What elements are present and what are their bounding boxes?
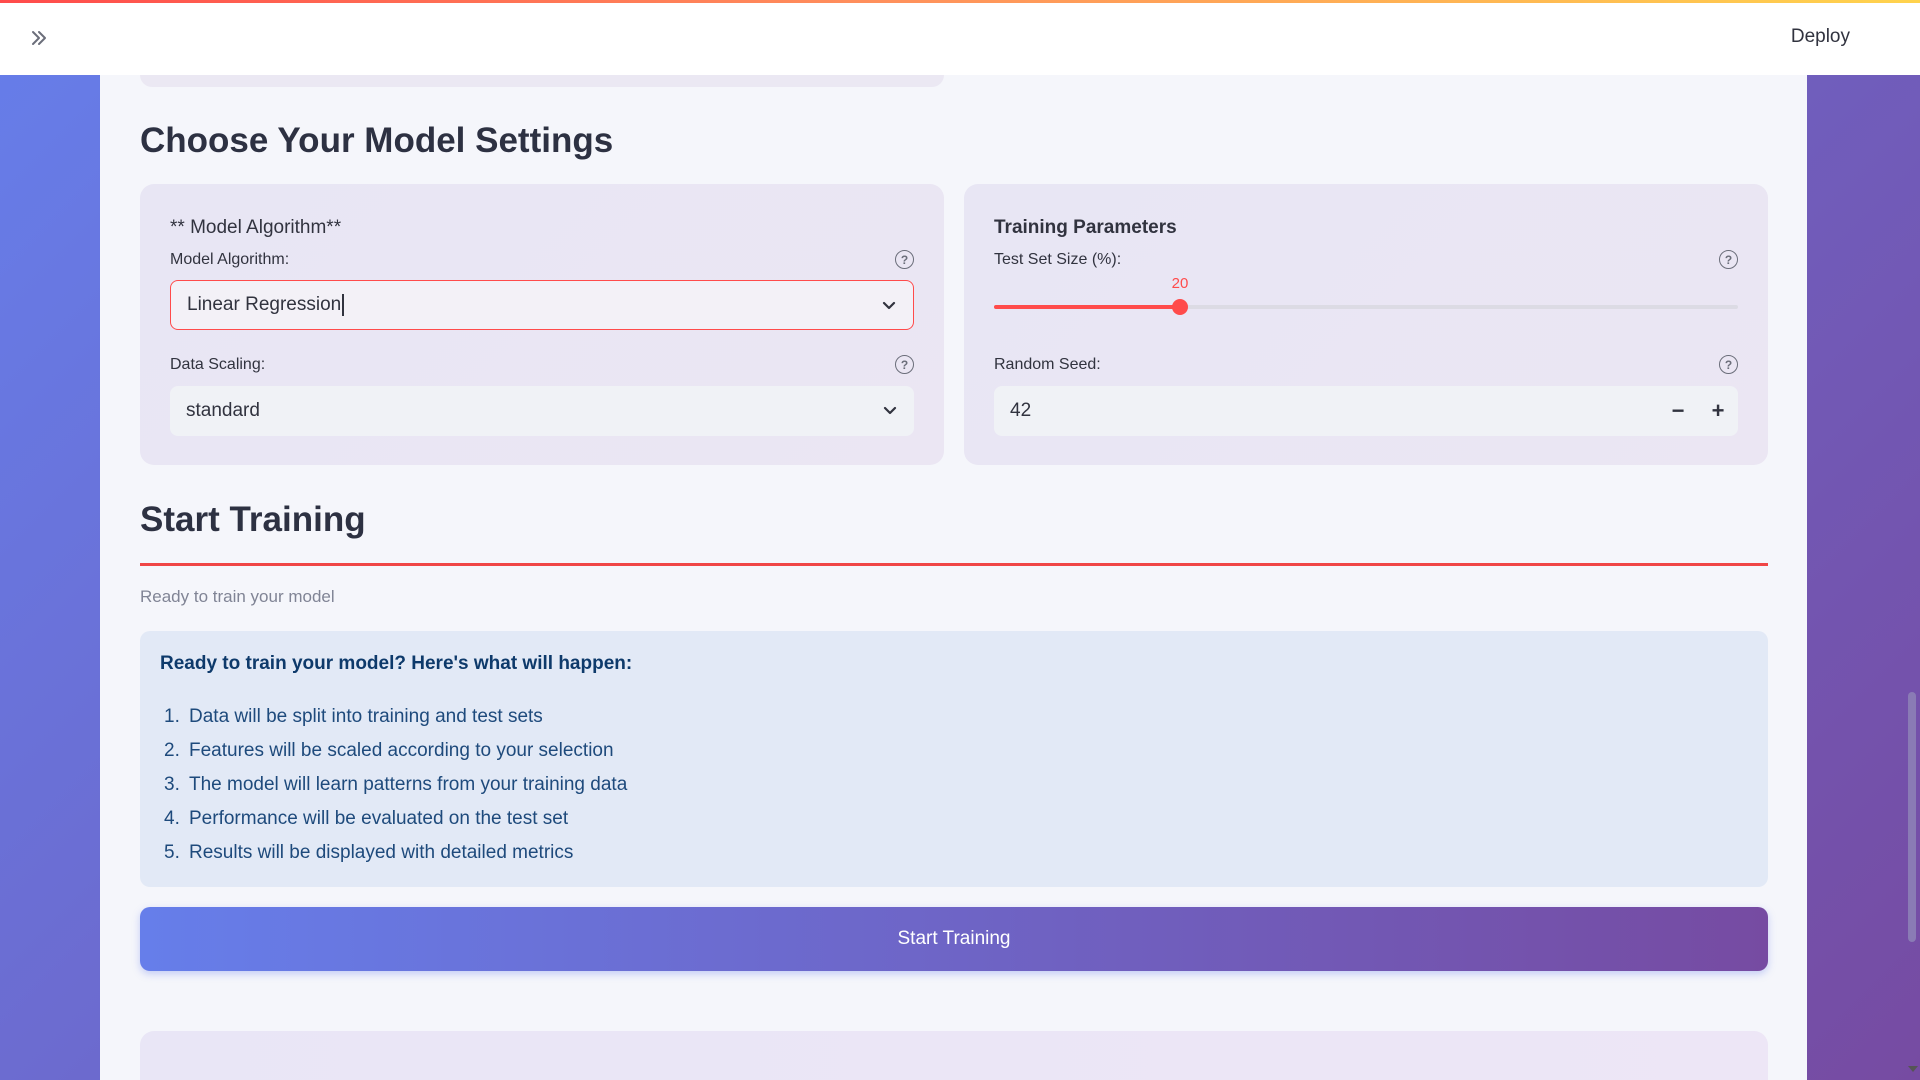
algorithm-label: Model Algorithm: xyxy=(170,251,290,268)
deploy-button[interactable]: Deploy xyxy=(1791,26,1850,48)
previous-section-card xyxy=(140,75,944,87)
increment-button[interactable]: + xyxy=(1698,386,1738,436)
algorithm-select[interactable]: Linear Regression xyxy=(170,280,914,330)
list-item: 1. Data will be split into training and t… xyxy=(164,706,543,727)
model-algorithm-card: ** Model Algorithm** Model Algorithm: ? … xyxy=(140,184,944,465)
next-section-card xyxy=(140,1031,1768,1080)
steps-list: 1. Data will be split into training and t… xyxy=(164,700,627,870)
main-content: Choose Your Model Settings ** Model Algo… xyxy=(100,75,1807,1080)
list-item: 5. Results will be displayed with detaile… xyxy=(164,842,574,863)
list-item: 2. Features will be scaled according to y… xyxy=(164,740,614,761)
algorithm-select-value: Linear Regression xyxy=(187,294,342,315)
page-scrollbar[interactable] xyxy=(1908,692,1916,942)
model-settings-heading: Choose Your Model Settings xyxy=(140,121,614,160)
scaling-help-icon[interactable]: ? xyxy=(895,355,914,374)
test-size-slider[interactable] xyxy=(994,299,1738,315)
app-header: Deploy xyxy=(0,0,1920,75)
decrement-button[interactable]: − xyxy=(1658,386,1698,436)
algorithm-help-icon[interactable]: ? xyxy=(895,250,914,269)
training-params-title: Training Parameters xyxy=(994,217,1177,238)
scroll-down-arrow-icon[interactable] xyxy=(1908,1066,1918,1072)
training-caption: Ready to train your model xyxy=(140,587,335,606)
seed-help-icon[interactable]: ? xyxy=(1719,355,1738,374)
scaling-select-value: standard xyxy=(186,400,260,421)
start-training-button[interactable]: Start Training xyxy=(140,907,1768,971)
list-item: 4. Performance will be evaluated on the t… xyxy=(164,808,569,829)
list-item: 3. The model will learn patterns from you… xyxy=(164,774,628,795)
chevron-down-icon xyxy=(883,406,897,415)
scaling-select[interactable]: standard xyxy=(170,386,914,436)
double-chevron-right-icon xyxy=(32,31,46,45)
chevron-down-icon xyxy=(882,301,896,310)
training-info-box: Ready to train your model? Here's what w… xyxy=(140,631,1768,887)
random-seed-value: 42 xyxy=(1010,400,1032,421)
random-seed-input[interactable]: 42 − + xyxy=(994,386,1738,436)
training-parameters-card: Training Parameters Test Set Size (%): ?… xyxy=(964,184,1768,465)
random-seed-label: Random Seed: xyxy=(994,356,1101,373)
slider-fill xyxy=(994,305,1180,309)
text-cursor xyxy=(342,294,344,316)
test-size-value: 20 xyxy=(1171,275,1189,292)
start-training-heading: Start Training xyxy=(140,500,366,539)
scaling-label: Data Scaling: xyxy=(170,356,266,373)
test-size-help-icon[interactable]: ? xyxy=(1719,250,1738,269)
info-title: Ready to train your model? Here's what w… xyxy=(160,653,633,674)
section-divider xyxy=(140,563,1768,566)
test-size-label: Test Set Size (%): xyxy=(994,251,1122,268)
slider-thumb[interactable] xyxy=(1172,299,1188,315)
header-decoration-bar xyxy=(0,0,1920,3)
expand-sidebar-button[interactable] xyxy=(26,25,52,51)
algorithm-card-title: ** Model Algorithm** xyxy=(170,217,342,238)
